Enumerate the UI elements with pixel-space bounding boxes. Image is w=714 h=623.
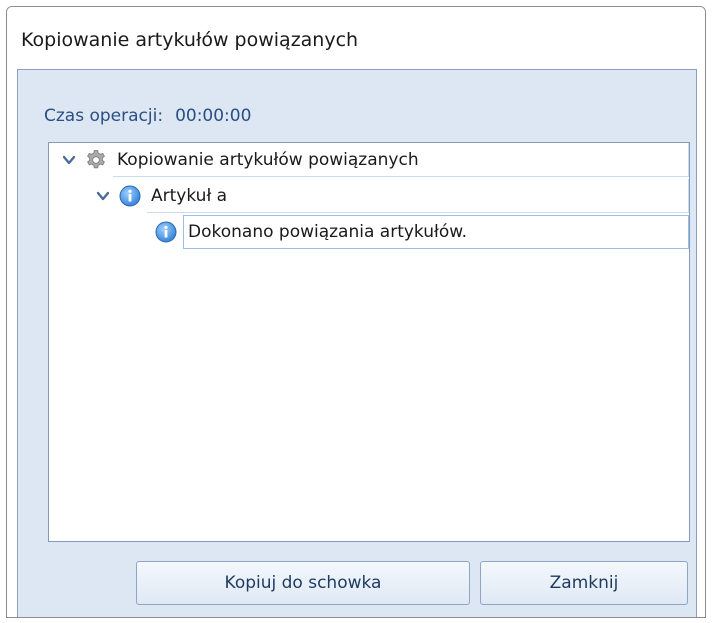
gear-icon: [87, 150, 105, 169]
button-row: Kopiuj do schowka Zamknij: [18, 561, 696, 605]
tree-node-child[interactable]: Artykuł a: [49, 179, 689, 213]
chevron-down-icon[interactable]: [95, 188, 111, 204]
operation-log-tree[interactable]: Kopiowanie artykułów powiązanych Artykuł…: [48, 142, 690, 542]
operation-time-label: Czas operacji:: [44, 106, 164, 126]
dialog-content: Czas operacji: 00:00:00 Kopiowanie artyku…: [17, 69, 697, 617]
dialog-window: Kopiowanie artykułów powiązanych Czas op…: [6, 6, 706, 618]
tree-node-grandchild[interactable]: Dokonano powiązania artykułów.: [49, 215, 689, 249]
copy-to-clipboard-button[interactable]: Kopiuj do schowka: [136, 561, 470, 605]
tree-node-child-label: Artykuł a: [147, 179, 689, 213]
info-icon: [119, 185, 141, 207]
tree-node-root-label: Kopiowanie artykułów powiązanych: [113, 143, 689, 177]
chevron-down-icon[interactable]: [61, 152, 77, 168]
tree-node-grandchild-label: Dokonano powiązania artykułów.: [183, 215, 689, 249]
info-icon: [155, 221, 177, 243]
window-title: Kopiowanie artykułów powiązanych: [21, 29, 359, 51]
tree-node-root[interactable]: Kopiowanie artykułów powiązanych: [49, 143, 689, 177]
operation-time-value: 00:00:00: [175, 106, 252, 126]
operation-time-row: Czas operacji: 00:00:00: [44, 106, 251, 126]
title-bar[interactable]: Kopiowanie artykułów powiązanych: [7, 7, 705, 67]
close-button[interactable]: Zamknij: [480, 561, 688, 605]
